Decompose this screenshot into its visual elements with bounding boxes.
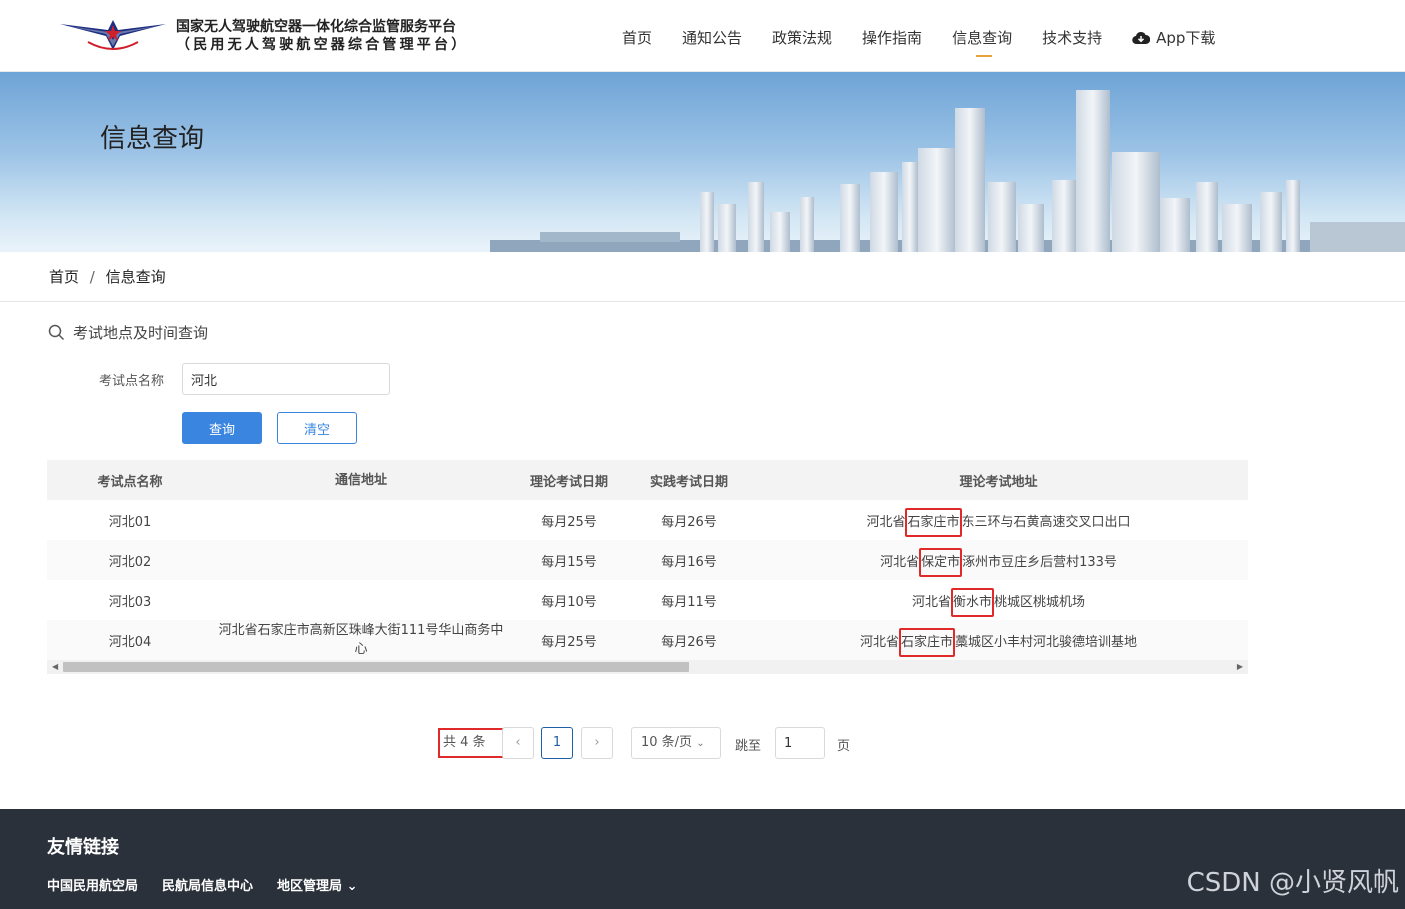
cell-theory-date: 每月25号 (541, 634, 597, 650)
section-title: 考试地点及时间查询 (48, 322, 208, 343)
cell-site-name: 河北01 (108, 514, 152, 530)
chevron-down-icon: ⌄ (696, 738, 705, 749)
col-header-site-name: 考试点名称 (97, 474, 163, 490)
next-page-button[interactable]: › (581, 727, 613, 759)
breadcrumb: 首页 / 信息查询 (49, 266, 166, 287)
cell-practice-date: 每月26号 (661, 514, 717, 530)
cloud-download-icon (1132, 31, 1151, 45)
cell-theory-date: 每月10号 (541, 594, 597, 610)
col-header-theory-date: 理论考试日期 (529, 474, 608, 490)
theory-address-rest: 藁城区小丰村河北骏德培训基地 (955, 634, 1138, 650)
query-button[interactable]: 查询 (182, 412, 262, 444)
cell-address: 河北省石家庄市高新区珠峰大街111号华山商务中心 (218, 623, 504, 657)
exam-site-name-label: 考试点名称 (99, 374, 165, 389)
cell-theory-date: 每月15号 (541, 554, 597, 570)
top-header: 国家无人驾驶航空器一体化综合监管服务平台 （民用无人驾驶航空器综合管理平台） 首… (0, 0, 1405, 72)
page-banner: 信息查询 (0, 72, 1405, 252)
platform-title-line1: 国家无人驾驶航空器一体化综合监管服务平台 (176, 19, 456, 35)
highlighted-city: 衡水市 (950, 587, 994, 617)
cell-theory-address: 河北省 石家庄市 藁城区小丰村河北骏德培训基地 (749, 627, 1248, 657)
theory-address-prefix: 河北省 (866, 514, 906, 530)
section-divider (0, 301, 1405, 302)
highlighted-city: 保定市 (919, 547, 963, 577)
banner-title: 信息查询 (100, 124, 205, 154)
theory-address-prefix: 河北省 (859, 634, 899, 650)
jump-page-input[interactable] (775, 727, 825, 759)
scroll-left-arrow-icon[interactable]: ◀ (52, 660, 58, 674)
cell-theory-date: 每月25号 (541, 514, 597, 530)
page-size-select[interactable]: 10 条/页 ⌄ (631, 727, 721, 759)
theory-address-prefix: 河北省 (911, 594, 951, 610)
theory-address-rest: 涿州市豆庄乡后营村133号 (962, 554, 1117, 570)
page-size-value: 10 条/页 (641, 735, 693, 750)
nav-policies[interactable]: 政策法规 (772, 24, 832, 52)
link-caac[interactable]: 中国民用航空局 (47, 875, 138, 894)
main-nav: 首页 通知公告 政策法规 操作指南 信息查询 技术支持 App下载 (622, 24, 1245, 57)
prev-page-button[interactable]: ‹ (502, 727, 534, 759)
table-row: 河北01 每月25号 每月26号 河北省 石家庄市 东三环与石黄高速交叉口出口 (47, 500, 1248, 540)
nav-notices[interactable]: 通知公告 (682, 24, 742, 52)
cell-theory-address: 河北省 保定市 涿州市豆庄乡后营村133号 (749, 547, 1248, 577)
page-footer: 友情链接 中国民用航空局 民航局信息中心 地区管理局 ⌄ CSDN @小贤风帆 (0, 809, 1405, 909)
chevron-down-icon: ⌄ (346, 879, 358, 894)
app-download-label: App下载 (1156, 29, 1216, 47)
cell-site-name: 河北04 (108, 634, 152, 650)
platform-title-line2: （民用无人驾驶航空器综合管理平台） (176, 37, 469, 53)
theory-address-rest: 东三环与石黄高速交叉口出口 (961, 514, 1131, 530)
breadcrumb-home[interactable]: 首页 (49, 268, 79, 286)
col-header-practice-date: 实践考试日期 (649, 474, 728, 490)
platform-title: 国家无人驾驶航空器一体化综合监管服务平台 （民用无人驾驶航空器综合管理平台） (176, 18, 468, 54)
theory-address-prefix: 河北省 (880, 554, 920, 570)
scroll-right-arrow-icon[interactable]: ▶ (1237, 660, 1243, 674)
csdn-watermark: CSDN @小贤风帆 (1186, 868, 1399, 898)
nav-guide[interactable]: 操作指南 (862, 24, 922, 52)
cell-theory-address: 河北省 衡水市 桃城区桃城机场 (749, 587, 1248, 617)
pagination-total: 共 4 条 (438, 728, 504, 758)
table-row: 河北03 每月10号 每月11号 河北省 衡水市 桃城区桃城机场 (47, 580, 1248, 620)
cell-practice-date: 每月26号 (661, 634, 717, 650)
chevron-right-icon: › (594, 735, 600, 750)
cell-theory-address: 河北省 石家庄市 东三环与石黄高速交叉口出口 (749, 507, 1248, 537)
section-title-text: 考试地点及时间查询 (73, 324, 209, 342)
breadcrumb-current: 信息查询 (105, 268, 166, 286)
nav-info-query[interactable]: 信息查询 (952, 24, 1012, 57)
table-row: 河北04 河北省石家庄市高新区珠峰大街111号华山商务中心 每月25号 每月26… (47, 620, 1248, 660)
cell-practice-date: 每月16号 (661, 554, 717, 570)
col-header-address: 通信地址 (334, 472, 387, 488)
highlighted-city: 石家庄市 (905, 507, 962, 537)
exam-site-name-input[interactable] (182, 363, 390, 395)
theory-address-rest: 桃城区桃城机场 (994, 594, 1086, 610)
table-horizontal-scrollbar[interactable]: ◀ ▶ (47, 660, 1248, 674)
cell-site-name: 河北02 (108, 554, 152, 570)
cell-practice-date: 每月11号 (661, 594, 717, 610)
page-number-current[interactable]: 1 (541, 727, 573, 759)
chevron-left-icon: ‹ (515, 735, 521, 750)
nav-tech-support[interactable]: 技术支持 (1042, 24, 1102, 52)
regional-admin-label: 地区管理局 (277, 879, 343, 894)
breadcrumb-separator: / (89, 268, 95, 286)
table-header-row: 考试点名称 通信地址 理论考试日期 实践考试日期 理论考试地址 (47, 460, 1248, 500)
jump-page-unit: 页 (837, 739, 851, 754)
link-caac-info-center[interactable]: 民航局信息中心 (162, 875, 253, 894)
friend-links-title: 友情链接 (47, 837, 119, 858)
link-regional-admin[interactable]: 地区管理局 ⌄ (277, 875, 357, 894)
friend-links: 中国民用航空局 民航局信息中心 地区管理局 ⌄ (47, 875, 357, 894)
table-row: 河北02 每月15号 每月16号 河北省 保定市 涿州市豆庄乡后营村133号 (47, 540, 1248, 580)
scrollbar-thumb[interactable] (63, 662, 689, 672)
caac-logo[interactable] (58, 16, 168, 56)
col-header-theory-address: 理论考试地址 (959, 474, 1038, 490)
nav-home[interactable]: 首页 (622, 24, 652, 52)
city-skyline-illustration (490, 90, 1405, 252)
clear-button[interactable]: 清空 (277, 412, 357, 444)
jump-to-label: 跳至 (735, 739, 762, 754)
nav-app-download[interactable]: App下载 (1132, 24, 1215, 52)
highlighted-city: 石家庄市 (898, 627, 955, 657)
cell-site-name: 河北03 (108, 594, 152, 610)
search-icon (48, 324, 65, 341)
results-table: 考试点名称 通信地址 理论考试日期 实践考试日期 理论考试地址 河北01 每月2… (47, 460, 1248, 660)
